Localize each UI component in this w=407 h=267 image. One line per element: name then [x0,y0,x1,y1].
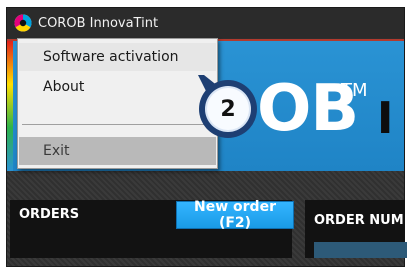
title-bar: COROB InnovaTint [7,8,404,38]
step-callout-badge: 2 [192,67,260,143]
order-number-label: ORDER NUM [314,213,404,228]
app-context-menu: Software activation About Exit [17,38,218,169]
banner-logo-trademark: TM [341,80,368,101]
banner-color-stripe [7,41,13,171]
order-number-field[interactable] [314,242,407,258]
order-number-panel: ORDER NUM [305,200,407,258]
app-logo-icon [14,14,32,32]
new-order-button[interactable]: New order (F2) [176,199,294,231]
orders-label: ORDERS [19,207,80,222]
window-title: COROB InnovaTint [38,15,159,31]
menu-item-exit[interactable]: Exit [19,137,216,165]
menu-item-about[interactable]: About [19,73,216,101]
orders-panel: ORDERS New order (F2) [10,199,294,258]
menu-separator [22,124,211,125]
banner-logo-suffix: I [377,93,394,144]
callout-number: 2 [220,96,236,122]
menu-item-software-activation[interactable]: Software activation [19,43,216,71]
